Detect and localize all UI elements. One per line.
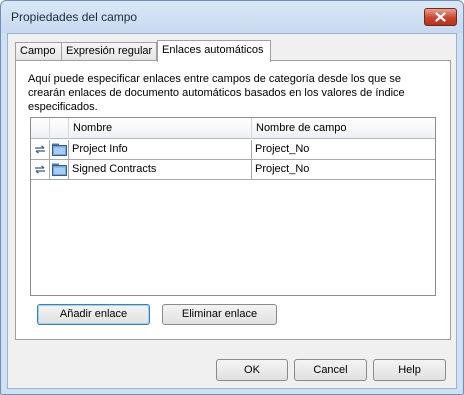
title-bar[interactable]: Propiedades del campo (1, 1, 463, 33)
folder-icon (50, 140, 69, 159)
header-nombre[interactable]: Nombre (69, 118, 252, 139)
tab-panel-enlaces: Aquí puede especificar enlaces entre cam… (15, 60, 451, 340)
panel-description: Aquí puede especificar enlaces entre cam… (28, 73, 405, 113)
header-nombre-de-campo[interactable]: Nombre de campo (252, 118, 435, 139)
row-field: Project_No (255, 143, 310, 155)
tab-campo[interactable]: Campo (15, 42, 62, 61)
tab-expresion-regular[interactable]: Expresión regular (61, 42, 157, 61)
close-icon (435, 12, 446, 22)
close-button[interactable] (424, 8, 457, 26)
tab-label: Enlaces automáticos (162, 44, 264, 56)
help-button[interactable]: Help (373, 359, 446, 381)
header-link-column (31, 118, 50, 139)
dialog-window: Propiedades del campo Campo Expresión re… (0, 0, 464, 395)
table-row[interactable]: Project Info Project_No (31, 140, 435, 160)
header-icon-column (50, 118, 69, 139)
row-name: Signed Contracts (69, 160, 252, 179)
ok-button[interactable]: OK (216, 359, 288, 381)
link-arrows-icon (31, 160, 50, 179)
row-field: Project_No (255, 163, 310, 175)
links-grid[interactable]: Nombre Nombre de campo Project Info Proj… (30, 117, 436, 296)
remove-link-button[interactable]: Eliminar enlace (162, 304, 277, 325)
table-row[interactable]: Signed Contracts Project_No (31, 160, 435, 180)
window-title: Propiedades del campo (11, 10, 138, 24)
add-link-button[interactable]: Añadir enlace (37, 304, 150, 325)
cancel-button[interactable]: Cancel (294, 359, 367, 381)
folder-icon (50, 160, 69, 179)
link-arrows-icon (31, 140, 50, 159)
tab-label: Campo (20, 45, 56, 57)
tab-label: Expresión regular (66, 45, 153, 57)
grid-header: Nombre Nombre de campo (31, 118, 435, 139)
dialog-client-area: Campo Expresión regular Enlaces automáti… (7, 33, 457, 389)
row-name: Project Info (69, 140, 252, 159)
tab-enlaces-automaticos[interactable]: Enlaces automáticos (157, 40, 271, 62)
